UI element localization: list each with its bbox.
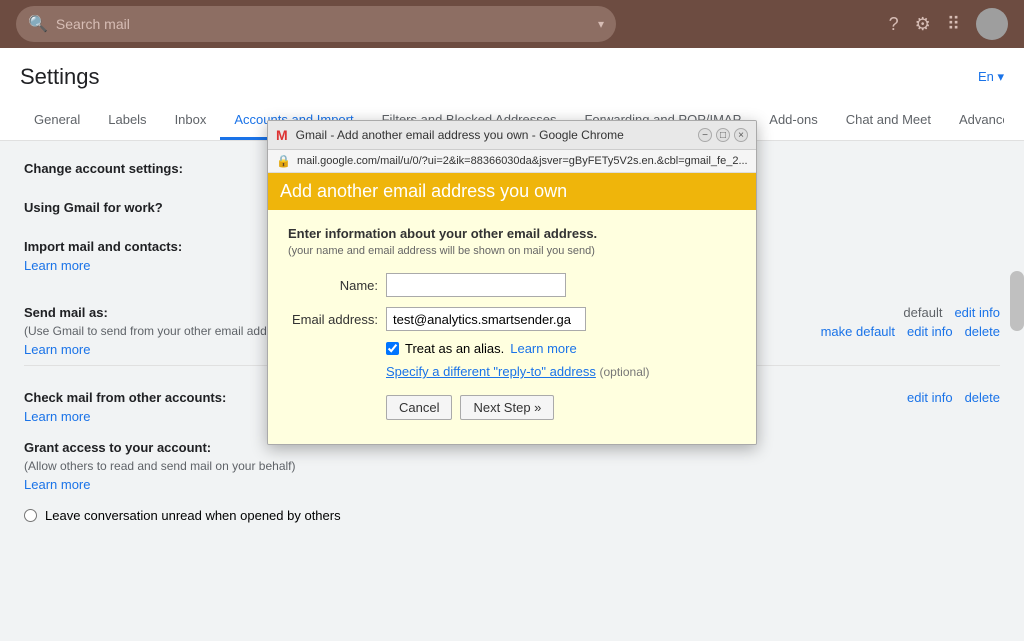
- treat-alias-learn-link[interactable]: Learn more: [510, 341, 576, 356]
- reply-to-link[interactable]: Specify a different "reply-to" address: [386, 364, 596, 379]
- maximize-button[interactable]: □: [716, 128, 730, 142]
- next-step-button[interactable]: Next Step »: [460, 395, 554, 420]
- main-content: Change account settings: Using Gmail for…: [0, 141, 1024, 641]
- optional-label: (optional): [600, 365, 650, 379]
- modal-address-bar: 🔒 mail.google.com/mail/u/0/?ui=2&ik=8836…: [268, 150, 756, 173]
- email-form-row: Email address:: [288, 307, 736, 331]
- name-input[interactable]: [386, 273, 566, 297]
- treat-alias-label: Treat as an alias.: [405, 341, 504, 356]
- modal-body: Add another email address you own Enter …: [268, 173, 756, 444]
- name-form-row: Name:: [288, 273, 736, 297]
- minimize-button[interactable]: −: [698, 128, 712, 142]
- modal-titlebar: M Gmail - Add another email address you …: [268, 121, 756, 150]
- modal-buttons: Cancel Next Step »: [386, 395, 736, 420]
- modal-url: mail.google.com/mail/u/0/?ui=2&ik=883660…: [297, 155, 748, 167]
- modal-title-text: Gmail - Add another email address you ow…: [296, 128, 690, 142]
- modal-description: Enter information about your other email…: [288, 226, 736, 241]
- treat-alias-row: Treat as an alias. Learn more: [386, 341, 736, 356]
- modal-overlay: M Gmail - Add another email address you …: [0, 0, 1024, 602]
- email-input[interactable]: [386, 307, 586, 331]
- close-button[interactable]: ×: [734, 128, 748, 142]
- lock-icon: 🔒: [276, 154, 291, 168]
- treat-alias-checkbox[interactable]: [386, 342, 399, 355]
- cancel-button[interactable]: Cancel: [386, 395, 452, 420]
- modal-window: M Gmail - Add another email address you …: [267, 120, 757, 445]
- modal-controls: − □ ×: [698, 128, 748, 142]
- modal-heading: Add another email address you own: [268, 173, 756, 210]
- reply-to-row: Specify a different "reply-to" address (…: [386, 364, 736, 379]
- name-label: Name:: [288, 278, 378, 293]
- modal-description-sub: (your name and email address will be sho…: [288, 245, 736, 257]
- modal-favicon-icon: M: [276, 127, 288, 143]
- email-label: Email address:: [288, 312, 378, 327]
